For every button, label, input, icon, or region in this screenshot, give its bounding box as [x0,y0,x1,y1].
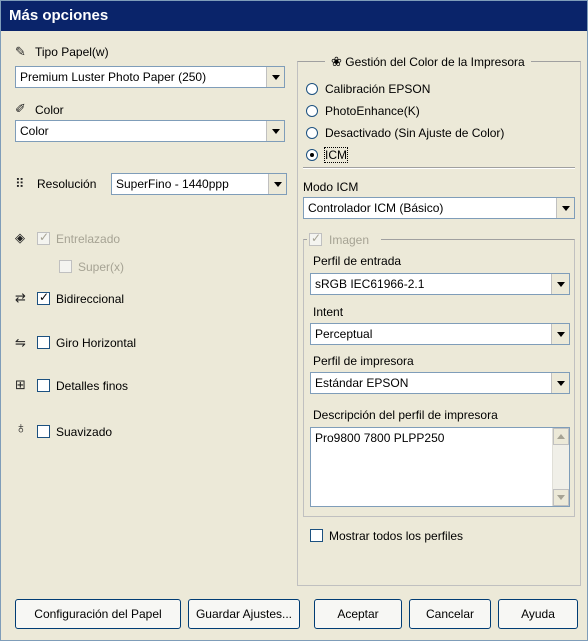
chevron-down-icon[interactable] [268,174,286,194]
scroll-up-icon[interactable] [553,428,569,445]
save-settings-button[interactable]: Guardar Ajustes... [188,599,300,629]
show-all-profiles-checkbox[interactable] [310,529,323,542]
super-label: Super(x) [78,260,125,274]
flip-horizontal-label: Giro Horizontal [56,336,137,350]
chevron-down-icon[interactable] [556,198,574,218]
paper-type-label: Tipo Papel(w) [35,45,109,59]
printer-profile-description-label: Descripción del perfil de impresora [313,408,498,422]
image-group-title: Imagen [307,231,381,247]
paper-type-value: Premium Luster Photo Paper (250) [20,70,207,84]
vertical-scrollbar[interactable] [552,428,569,506]
input-profile-select[interactable]: sRGB IEC61966-2.1 [310,273,570,295]
super-checkbox[interactable] [59,260,72,273]
radio-color-off[interactable] [306,127,318,139]
chevron-down-icon[interactable] [551,373,569,393]
smoothing-checkbox[interactable] [37,425,50,438]
radio-photoenhance-label: PhotoEnhance(K) [325,104,420,118]
paper-type-select[interactable]: Premium Luster Photo Paper (250) [15,66,285,88]
divider [303,167,575,169]
bidirectional-label: Bidireccional [56,292,125,306]
more-options-dialog: Más opciones ✎ Tipo Papel(w) Premium Lus… [0,0,588,641]
interlace-icon: ◈ [15,230,25,245]
input-profile-label: Perfil de entrada [313,254,402,268]
icm-mode-select[interactable]: Controlador ICM (Básico) [303,197,575,219]
image-label: Imagen [329,233,370,247]
printer-profile-description: Pro9800 7800 PLPP250 [310,427,570,507]
color-management-icon: ❀ [331,54,342,69]
fine-detail-label: Detalles finos [56,379,129,393]
dialog-title: Más opciones [1,1,587,31]
paper-type-icon: ✎ [15,44,26,59]
color-icon: ✐ [15,101,26,116]
smoothing-label: Suavizado [56,425,113,439]
interlace-checkbox[interactable] [37,230,50,245]
color-management-title: ❀ Gestión del Color de la Impresora [325,54,531,70]
fine-detail-checkbox[interactable] [37,379,50,392]
flip-horizontal-icon: ⇋ [15,335,26,350]
flip-horizontal-checkbox[interactable] [37,336,50,349]
resolution-select[interactable]: SuperFino - 1440ppp [111,173,287,195]
chevron-down-icon[interactable] [551,274,569,294]
smoothing-icon: ♁ [15,420,27,437]
radio-epson-calibration-label: Calibración EPSON [325,82,431,96]
image-checkbox[interactable] [309,231,322,246]
paper-config-button[interactable]: Configuración del Papel [15,599,181,629]
printer-profile-description-text: Pro9800 7800 PLPP250 [315,431,445,445]
intent-select[interactable]: Perceptual [310,323,570,345]
chevron-down-icon[interactable] [266,67,284,87]
scroll-down-icon[interactable] [553,489,569,506]
fine-detail-icon: ⊞ [15,377,26,392]
resolution-label: Resolución [37,177,97,191]
resolution-icon: ⠿ [15,176,25,191]
cancel-button[interactable]: Cancelar [409,599,491,629]
intent-label: Intent [313,305,344,319]
show-all-profiles-label: Mostrar todos los perfiles [329,529,464,543]
color-label: Color [35,103,64,117]
interlace-label: Entrelazado [56,232,121,246]
help-button[interactable]: Ayuda [498,599,578,629]
intent-value: Perceptual [315,327,373,341]
icm-mode-label: Modo ICM [303,180,359,194]
radio-color-off-label: Desactivado (Sin Ajuste de Color) [325,126,505,140]
input-profile-value: sRGB IEC61966-2.1 [315,277,425,291]
color-management-title-text: Gestión del Color de la Impresora [345,55,525,69]
bidirectional-icon: ⇄ [15,290,26,305]
radio-epson-calibration[interactable] [306,83,318,95]
printer-profile-label: Perfil de impresora [313,354,414,368]
bidirectional-checkbox[interactable] [37,290,50,305]
icm-mode-value: Controlador ICM (Básico) [308,201,444,215]
resolution-value: SuperFino - 1440ppp [116,177,229,191]
printer-profile-value: Estándar EPSON [315,376,409,390]
chevron-down-icon[interactable] [551,324,569,344]
chevron-down-icon[interactable] [266,121,284,141]
accept-button[interactable]: Aceptar [314,599,402,629]
printer-profile-select[interactable]: Estándar EPSON [310,372,570,394]
radio-icm-label: ICM [324,147,348,163]
color-select[interactable]: Color [15,120,285,142]
radio-icm[interactable] [306,149,318,161]
color-value: Color [20,124,49,138]
radio-photoenhance[interactable] [306,105,318,117]
